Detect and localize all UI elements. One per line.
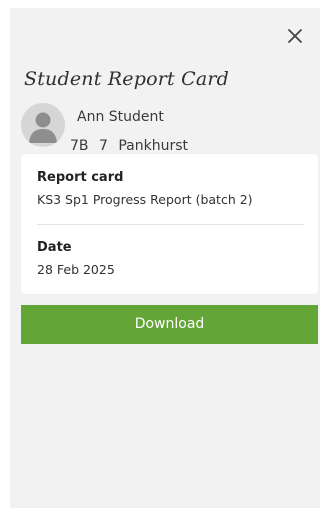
- details-card: Report card KS3 Sp1 Progress Report (bat…: [21, 154, 318, 294]
- student-house: Pankhurst: [118, 138, 189, 154]
- student-form: 7: [98, 138, 108, 154]
- student-year: 7B: [70, 138, 89, 154]
- close-button[interactable]: [286, 27, 304, 45]
- student-name: Ann Student: [77, 109, 164, 125]
- date-value: 28 Feb 2025: [37, 262, 115, 277]
- person-silhouette-icon: [29, 112, 57, 143]
- student-meta: 7B 7 Pankhurst: [70, 138, 194, 154]
- divider: [37, 224, 304, 225]
- date-label: Date: [37, 240, 72, 255]
- report-card-panel: Student Report Card Ann Student 7B 7 Pan…: [10, 8, 320, 508]
- dialog-title: Student Report Card: [24, 68, 230, 90]
- close-icon: [288, 29, 302, 43]
- download-button[interactable]: Download: [21, 305, 318, 344]
- report-card-label: Report card: [37, 170, 124, 185]
- avatar: [21, 103, 65, 147]
- report-card-value: KS3 Sp1 Progress Report (batch 2): [37, 192, 253, 207]
